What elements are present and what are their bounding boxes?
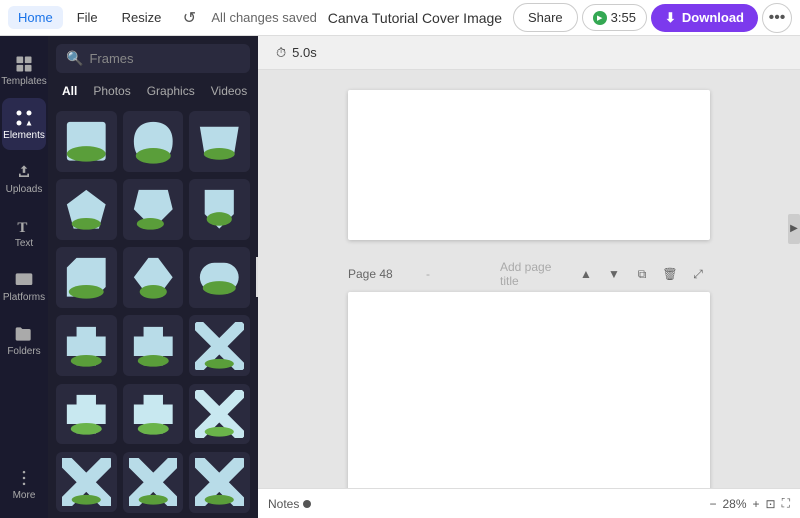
sidebar-item-more[interactable]: More [2, 458, 46, 510]
page-48-wrapper: Page 48 - Add page title ▲ ▼ ⧉ 🗑 ⤢ [348, 260, 710, 507]
canvas-scroll-area[interactable]: Page 48 - Add page title ▲ ▼ ⧉ 🗑 ⤢ + Add… [258, 70, 800, 518]
notes-button[interactable]: Notes [268, 497, 299, 511]
tab-all[interactable]: All [56, 81, 83, 101]
top-bar: Home File Resize ↺ All changes saved Can… [0, 0, 800, 36]
page-menu-button[interactable]: ⤢ [686, 262, 710, 286]
page-47-wrapper [348, 90, 710, 240]
left-sidebar: Templates Elements Uploads T Text Platfo… [0, 36, 48, 518]
timer-bar: ⏱ 5.0s [258, 36, 800, 70]
frame-item[interactable] [189, 111, 250, 172]
tab-photos[interactable]: Photos [87, 81, 136, 101]
frame-item[interactable] [56, 315, 117, 376]
frame-item[interactable] [189, 179, 250, 240]
fullscreen-button[interactable]: ⛶ [782, 496, 790, 511]
search-icon: 🔍 [66, 50, 83, 67]
page-label-row: Page 48 - Add page title ▲ ▼ ⧉ 🗑 ⤢ [348, 260, 710, 288]
panel-collapse-button[interactable]: ◀ [256, 257, 258, 297]
page-up-button[interactable]: ▲ [574, 262, 598, 286]
sidebar-item-label: More [13, 490, 36, 501]
home-button[interactable]: Home [8, 6, 63, 29]
canvas-area: ⏱ 5.0s Page 48 - Add page title ▲ ▼ ⧉ 🗑 … [258, 36, 800, 518]
frame-item[interactable] [56, 111, 117, 172]
sidebar-item-label: Uploads [6, 184, 43, 195]
elements-panel: 🔍 ✕ ⚙ All Photos Graphics Videos A [48, 36, 258, 518]
file-label: File [77, 10, 98, 25]
download-icon: ⬇ [665, 10, 676, 26]
sidebar-item-label: Platforms [3, 292, 45, 303]
sidebar-item-text[interactable]: T Text [2, 206, 46, 258]
timer-icon: ⏱ [276, 45, 286, 61]
timer-button[interactable]: 3:55 [582, 4, 647, 31]
home-label: Home [18, 10, 53, 25]
saved-status: All changes saved [211, 10, 317, 25]
sidebar-item-templates[interactable]: Templates [2, 44, 46, 96]
fit-page-button[interactable]: ⊡ [766, 497, 776, 511]
page-down-button[interactable]: ▼ [602, 262, 626, 286]
frame-item[interactable] [123, 384, 184, 445]
search-input[interactable] [89, 51, 258, 66]
frames-grid [48, 107, 258, 518]
page-delete-button[interactable]: 🗑 [658, 262, 682, 286]
canvas-page-47[interactable] [348, 90, 710, 240]
resize-label: Resize [122, 10, 162, 25]
page-toolbar: ▲ ▼ ⧉ 🗑 ⤢ [574, 262, 710, 286]
frame-item[interactable] [189, 247, 250, 308]
zoom-out-button[interactable]: − [709, 497, 716, 511]
frame-item[interactable] [123, 179, 184, 240]
scroll-right-button[interactable]: ▶ [788, 214, 800, 244]
page-copy-button[interactable]: ⧉ [630, 262, 654, 286]
page-title-placeholder[interactable]: Add page title [500, 260, 568, 288]
frame-item[interactable] [123, 247, 184, 308]
document-title: Canva Tutorial Cover Image [321, 10, 509, 26]
timer-value: 5.0s [292, 45, 317, 60]
canvas-page-48[interactable] [348, 292, 710, 507]
sidebar-item-label: Text [15, 238, 33, 249]
frame-item[interactable] [123, 452, 184, 513]
sidebar-item-folders[interactable]: Folders [2, 314, 46, 366]
resize-button[interactable]: Resize [112, 6, 172, 29]
download-button[interactable]: ⬇ Download [651, 4, 758, 32]
share-button[interactable]: Share [513, 3, 578, 32]
frame-item[interactable] [123, 315, 184, 376]
sidebar-item-label: Elements [3, 130, 45, 141]
sidebar-item-label: Templates [1, 76, 47, 87]
frame-item[interactable] [123, 111, 184, 172]
sidebar-item-platforms[interactable]: Platforms [2, 260, 46, 312]
bottom-right: − 28% + ⊡ ⛶ [709, 496, 790, 511]
undo-button[interactable]: ↺ [175, 4, 203, 32]
frame-item[interactable] [56, 384, 117, 445]
sidebar-item-elements[interactable]: Elements [2, 98, 46, 150]
search-bar: 🔍 ✕ ⚙ [56, 44, 250, 73]
frame-item[interactable] [56, 247, 117, 308]
frame-item[interactable] [56, 179, 117, 240]
file-button[interactable]: File [67, 6, 108, 29]
tab-videos[interactable]: Videos [205, 81, 253, 101]
zoom-in-button[interactable]: + [753, 497, 760, 511]
notes-dot-indicator [303, 500, 311, 508]
svg-text:T: T [17, 219, 27, 235]
play-icon [593, 11, 607, 25]
search-tabs: All Photos Graphics Videos A [48, 81, 258, 107]
frame-item[interactable] [189, 384, 250, 445]
more-options-button[interactable]: ••• [762, 3, 792, 33]
frame-item[interactable] [189, 315, 250, 376]
bottom-bar: Notes − 28% + ⊡ ⛶ [258, 488, 800, 518]
page-title-separator: - [426, 267, 494, 281]
tab-graphics[interactable]: Graphics [141, 81, 201, 101]
bottom-left: Notes [268, 497, 311, 511]
zoom-level: 28% [722, 497, 746, 511]
frame-item[interactable] [56, 452, 117, 513]
frame-item[interactable] [189, 452, 250, 513]
page-number: Page 48 [348, 267, 416, 281]
sidebar-item-label: Folders [7, 346, 40, 357]
sidebar-item-uploads[interactable]: Uploads [2, 152, 46, 204]
